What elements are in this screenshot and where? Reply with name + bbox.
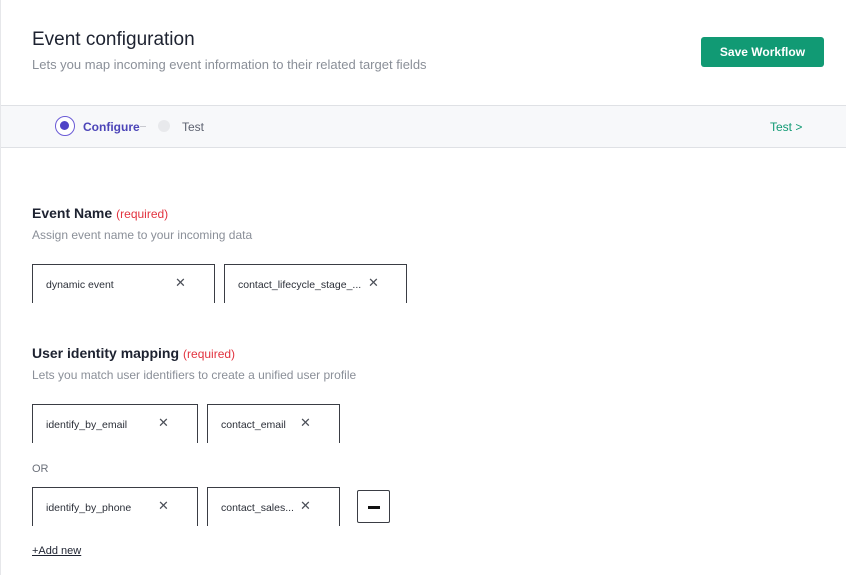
page-title: Event configuration [32,29,195,50]
stepper: Configure Test Test > [1,106,846,148]
save-workflow-button[interactable]: Save Workflow [701,37,824,67]
event-name-description: Assign event name to your incoming data [32,228,253,242]
or-separator: OR [32,463,49,475]
close-icon[interactable]: ✕ [158,498,169,514]
tag-label: contact_email [221,419,286,431]
identifier-tag[interactable]: identify_by_phone ✕ [32,487,198,526]
user-identity-title-text: User identity mapping [32,345,180,361]
tag-label: contact_sales... [221,502,294,514]
next-test-link[interactable]: Test > [770,120,802,134]
step-test-label[interactable]: Test [182,120,204,134]
field-tag[interactable]: contact_email ✕ [207,404,340,443]
page-header: Event configuration Lets you map incomin… [1,0,846,106]
identifier-tag[interactable]: identify_by_email ✕ [32,404,198,443]
close-icon[interactable]: ✕ [368,275,379,291]
minus-icon [368,506,380,509]
step-test-indicator [158,120,170,132]
required-label: (required) [116,207,169,221]
event-name-title: Event Name (required) [32,205,168,221]
event-name-tag[interactable]: dynamic event ✕ [32,264,215,303]
step-configure-indicator [55,116,75,136]
add-new-link[interactable]: +Add new [32,545,81,557]
app-frame: Event configuration Lets you map incomin… [0,0,846,575]
field-tag[interactable]: contact_sales... ✕ [207,487,340,526]
page-subtitle: Lets you map incoming event information … [32,57,427,72]
step-connector [140,126,146,127]
remove-row-button[interactable] [357,490,390,523]
tag-label: identify_by_phone [46,502,132,514]
close-icon[interactable]: ✕ [300,415,311,431]
event-name-title-text: Event Name [32,205,113,221]
close-icon[interactable]: ✕ [300,498,311,514]
tag-label: contact_lifecycle_stage_... [238,279,362,291]
close-icon[interactable]: ✕ [158,415,169,431]
user-identity-title: User identity mapping (required) [32,345,235,361]
tag-label: dynamic event [46,279,114,291]
tag-label: identify_by_email [46,419,128,431]
close-icon[interactable]: ✕ [175,275,186,291]
step-configure-label[interactable]: Configure [83,120,140,134]
event-name-tag[interactable]: contact_lifecycle_stage_... ✕ [224,264,407,303]
user-identity-description: Lets you match user identifiers to creat… [32,368,357,382]
required-label: (required) [183,347,236,361]
